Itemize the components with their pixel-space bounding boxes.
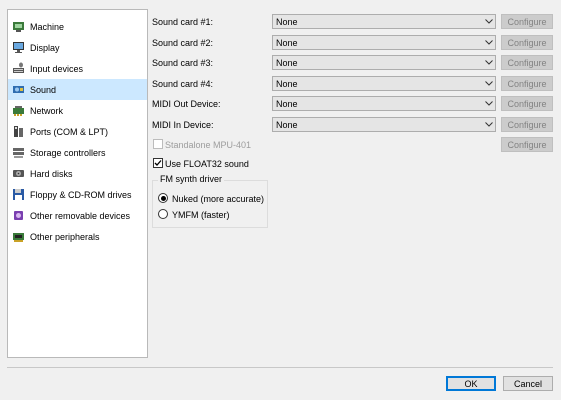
sidebar-item-storage-controllers[interactable]: Storage controllers bbox=[8, 142, 147, 163]
category-list[interactable]: Machine Display Input devices Sound Netw… bbox=[7, 9, 148, 358]
sound-icon bbox=[12, 83, 25, 96]
sidebar-item-label: Machine bbox=[30, 21, 65, 32]
sidebar-item-input-devices[interactable]: Input devices bbox=[8, 58, 147, 79]
midi-out-label: MIDI Out Device: bbox=[152, 99, 221, 109]
sound-card-4-select[interactable]: None bbox=[272, 76, 496, 91]
nuked-radio-label: Nuked (more accurate) bbox=[172, 194, 265, 204]
sidebar-item-label: Input devices bbox=[30, 63, 84, 74]
sound-card-3-select[interactable]: None bbox=[272, 55, 496, 70]
ok-button[interactable]: OK bbox=[446, 376, 496, 391]
midi-in-label: MIDI In Device: bbox=[152, 120, 214, 130]
sidebar-item-network[interactable]: Network bbox=[8, 100, 147, 121]
fm-synth-groupbox bbox=[152, 180, 268, 228]
select-value: None bbox=[276, 119, 298, 130]
select-value: None bbox=[276, 57, 298, 68]
ymfm-radio[interactable] bbox=[158, 209, 168, 219]
sidebar-item-label: Storage controllers bbox=[30, 147, 106, 158]
sound-card-2-label: Sound card #2: bbox=[152, 38, 214, 48]
checkmark-icon bbox=[154, 160, 162, 166]
midi-in-configure-button[interactable]: Configure bbox=[501, 117, 553, 132]
float32-label: Use FLOAT32 sound bbox=[165, 159, 249, 169]
sidebar-item-label: Hard disks bbox=[30, 168, 73, 179]
sound-card-1-label: Sound card #1: bbox=[152, 17, 214, 27]
sidebar-item-label: Display bbox=[30, 42, 60, 53]
select-value: None bbox=[276, 37, 298, 48]
sidebar-item-floppy-cdrom[interactable]: Floppy & CD-ROM drives bbox=[8, 184, 147, 205]
sound-card-4-configure-button[interactable]: Configure bbox=[501, 76, 553, 91]
sidebar-item-label: Other removable devices bbox=[30, 210, 131, 221]
ymfm-radio-label: YMFM (faster) bbox=[172, 210, 230, 220]
machine-icon bbox=[12, 20, 25, 33]
midi-out-select[interactable]: None bbox=[272, 96, 496, 111]
sound-card-2-configure-button[interactable]: Configure bbox=[501, 35, 553, 50]
chevron-down-icon bbox=[483, 97, 495, 110]
sound-card-3-label: Sound card #3: bbox=[152, 58, 214, 68]
sidebar-item-machine[interactable]: Machine bbox=[8, 16, 147, 37]
nuked-radio[interactable] bbox=[158, 193, 168, 203]
chevron-down-icon bbox=[483, 118, 495, 131]
sound-card-3-configure-button[interactable]: Configure bbox=[501, 55, 553, 70]
chevron-down-icon bbox=[483, 77, 495, 90]
sidebar-item-other-peripherals[interactable]: Other peripherals bbox=[8, 226, 147, 247]
network-icon bbox=[12, 104, 25, 117]
ports-icon bbox=[12, 125, 25, 138]
standalone-mpu-configure-button[interactable]: Configure bbox=[501, 137, 553, 152]
fm-synth-group-title: FM synth driver bbox=[158, 174, 225, 184]
hard-disk-icon bbox=[12, 167, 25, 180]
sound-card-4-label: Sound card #4: bbox=[152, 79, 214, 89]
midi-out-configure-button[interactable]: Configure bbox=[501, 96, 553, 111]
sidebar-item-label: Other peripherals bbox=[30, 231, 100, 242]
chevron-down-icon bbox=[483, 15, 495, 28]
storage-controllers-icon bbox=[12, 146, 25, 159]
select-value: None bbox=[276, 16, 298, 27]
cancel-button[interactable]: Cancel bbox=[503, 376, 553, 391]
radio-selected-dot bbox=[160, 195, 166, 201]
sidebar-item-label: Sound bbox=[30, 84, 57, 95]
sidebar-item-label: Network bbox=[30, 105, 64, 116]
sidebar-item-label: Ports (COM & LPT) bbox=[30, 126, 109, 137]
select-value: None bbox=[276, 98, 298, 109]
chevron-down-icon bbox=[483, 36, 495, 49]
sidebar-item-removable-devices[interactable]: Other removable devices bbox=[8, 205, 147, 226]
sidebar-item-hard-disks[interactable]: Hard disks bbox=[8, 163, 147, 184]
standalone-mpu-label: Standalone MPU-401 bbox=[165, 140, 252, 150]
sound-card-1-configure-button[interactable]: Configure bbox=[501, 14, 553, 29]
select-value: None bbox=[276, 78, 298, 89]
display-icon bbox=[12, 41, 25, 54]
peripherals-icon bbox=[12, 230, 25, 243]
footer-divider bbox=[7, 367, 553, 368]
sidebar-item-ports[interactable]: Ports (COM & LPT) bbox=[8, 121, 147, 142]
float32-checkbox[interactable] bbox=[153, 158, 163, 168]
chevron-down-icon bbox=[483, 56, 495, 69]
midi-in-select[interactable]: None bbox=[272, 117, 496, 132]
input-devices-icon bbox=[12, 62, 25, 75]
standalone-mpu-checkbox[interactable] bbox=[153, 139, 163, 149]
sidebar-item-sound[interactable]: Sound bbox=[8, 79, 147, 100]
sound-card-1-select[interactable]: None bbox=[272, 14, 496, 29]
sidebar-item-display[interactable]: Display bbox=[8, 37, 147, 58]
sidebar-item-label: Floppy & CD-ROM drives bbox=[30, 189, 132, 200]
removable-device-icon bbox=[12, 209, 25, 222]
floppy-icon bbox=[12, 188, 25, 201]
sound-card-2-select[interactable]: None bbox=[272, 35, 496, 50]
